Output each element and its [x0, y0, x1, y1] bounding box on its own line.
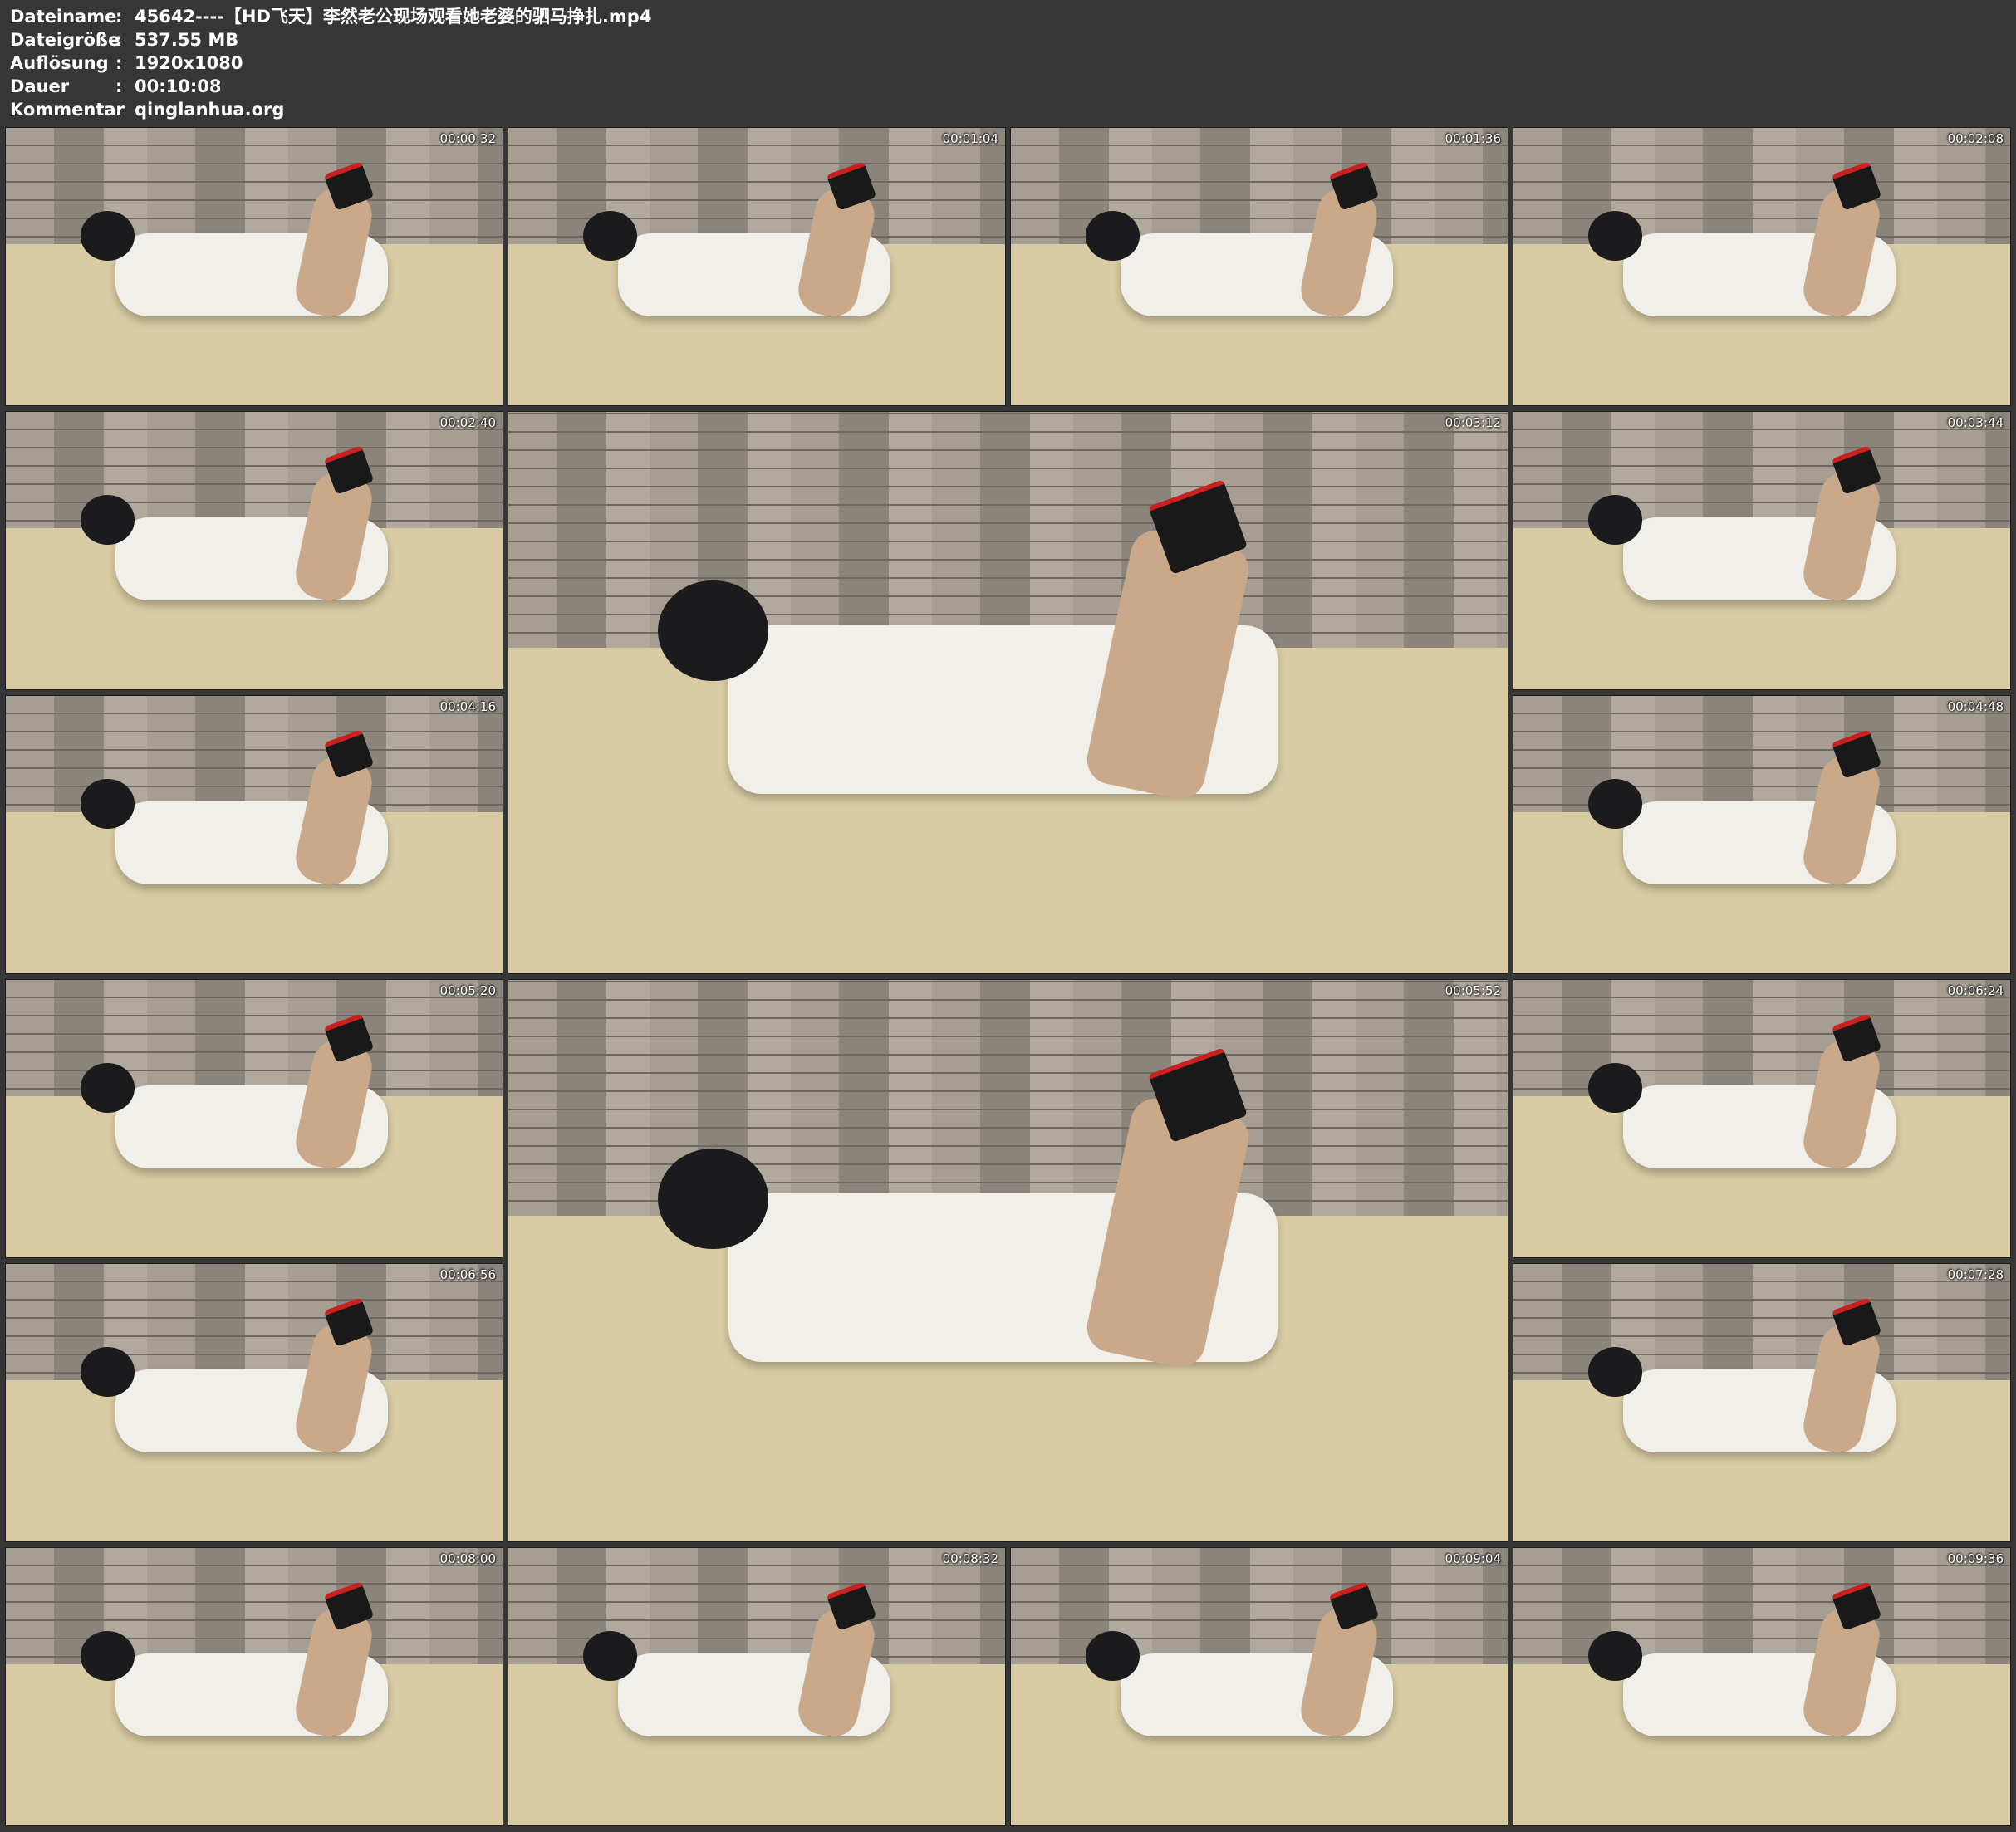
info-row-filename: Dateiname : 45642----【HD飞天】李然老公现场观看她老婆的驷…: [10, 5, 651, 28]
thumbnail-timestamp: 00:03:12: [1445, 415, 1501, 430]
info-separator: :: [115, 30, 123, 50]
video-thumbnail[interactable]: 00:09:36: [1513, 1547, 2011, 1826]
video-thumbnail-large[interactable]: 00:05:52: [508, 979, 1508, 1542]
video-thumbnail[interactable]: 00:02:08: [1513, 127, 2011, 406]
info-row-resolution: Auflösung : 1920x1080: [10, 51, 651, 75]
thumbnail-timestamp: 00:09:04: [1445, 1551, 1501, 1566]
thumbnail-timestamp: 00:01:36: [1445, 131, 1501, 146]
info-separator: :: [115, 7, 123, 27]
thumbnail-timestamp: 00:08:32: [942, 1551, 998, 1566]
video-thumbnail[interactable]: 00:06:56: [5, 1263, 503, 1542]
video-thumbnail[interactable]: 00:04:48: [1513, 695, 2011, 974]
video-thumbnail[interactable]: 00:00:32: [5, 127, 503, 406]
video-thumbnail-large[interactable]: 00:03:12: [508, 411, 1508, 974]
video-thumbnail[interactable]: 00:02:40: [5, 411, 503, 690]
thumbnail-timestamp: 00:00:32: [439, 131, 496, 146]
info-label: Kommentar: [10, 100, 125, 120]
thumbnail-timestamp: 00:07:28: [1947, 1267, 2004, 1282]
info-label: Auflösung: [10, 53, 109, 73]
video-thumbnail[interactable]: 00:07:28: [1513, 1263, 2011, 1542]
info-value: 537.55 MB: [135, 30, 239, 50]
info-row-duration: Dauer : 00:10:08: [10, 75, 651, 98]
thumbnail-timestamp: 00:05:52: [1445, 983, 1501, 998]
thumbnail-timestamp: 00:03:44: [1947, 415, 2004, 430]
thumbnail-timestamp: 00:04:48: [1947, 699, 2004, 714]
video-thumbnail[interactable]: 00:08:00: [5, 1547, 503, 1826]
info-label: Dateigröße: [10, 30, 120, 50]
thumbnail-timestamp: 00:02:08: [1947, 131, 2004, 146]
thumbnail-timestamp: 00:04:16: [439, 699, 496, 714]
file-info-panel: Dateiname : 45642----【HD飞天】李然老公现场观看她老婆的驷…: [10, 5, 651, 121]
info-label: Dateiname: [10, 7, 117, 27]
video-thumbnail[interactable]: 00:06:24: [1513, 979, 2011, 1258]
thumbnail-timestamp: 00:02:40: [439, 415, 496, 430]
info-separator: :: [115, 76, 123, 96]
info-value: 45642----【HD飞天】李然老公现场观看她老婆的驷马挣扎.mp4: [135, 7, 652, 27]
info-value: 1920x1080: [135, 53, 243, 73]
info-row-comment: Kommentar : qinglanhua.org: [10, 98, 651, 121]
thumbnail-timestamp: 00:06:56: [439, 1267, 496, 1282]
video-thumbnail[interactable]: 00:03:44: [1513, 411, 2011, 690]
video-thumbnail[interactable]: 00:05:20: [5, 979, 503, 1258]
info-value: 00:10:08: [135, 76, 222, 96]
video-thumbnail[interactable]: 00:04:16: [5, 695, 503, 974]
info-separator: :: [115, 53, 123, 73]
video-thumbnail[interactable]: 00:09:04: [1010, 1547, 1508, 1826]
video-thumbnail[interactable]: 00:01:04: [508, 127, 1006, 406]
info-separator: :: [115, 100, 123, 120]
info-row-filesize: Dateigröße : 537.55 MB: [10, 28, 651, 51]
thumbnail-timestamp: 00:09:36: [1947, 1551, 2004, 1566]
info-label: Dauer: [10, 76, 70, 96]
thumbnail-timestamp: 00:01:04: [942, 131, 998, 146]
video-thumbnail[interactable]: 00:01:36: [1010, 127, 1508, 406]
thumbnail-timestamp: 00:08:00: [439, 1551, 496, 1566]
info-value: qinglanhua.org: [135, 100, 285, 120]
thumbnail-timestamp: 00:05:20: [439, 983, 496, 998]
thumbnail-timestamp: 00:06:24: [1947, 983, 2004, 998]
video-thumbnail[interactable]: 00:08:32: [508, 1547, 1006, 1826]
